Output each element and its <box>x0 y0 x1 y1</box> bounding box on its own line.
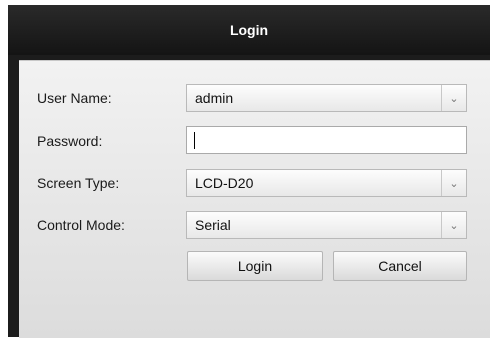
user-name-label: User Name: <box>37 90 112 106</box>
login-button[interactable]: Login <box>187 251 323 281</box>
chevron-down-icon[interactable]: ⌄ <box>441 85 466 111</box>
screen-type-value: LCD-D20 <box>195 175 254 191</box>
user-name-value: admin <box>195 90 234 106</box>
control-mode-label: Control Mode: <box>37 217 125 233</box>
chevron-down-icon[interactable]: ⌄ <box>441 170 466 196</box>
password-field[interactable] <box>186 126 467 154</box>
control-mode-select[interactable]: Serial ⌄ <box>186 211 467 239</box>
text-caret <box>194 132 195 149</box>
control-mode-value: Serial <box>195 217 231 233</box>
screen-type-select[interactable]: LCD-D20 ⌄ <box>186 169 467 197</box>
password-label: Password: <box>37 133 103 149</box>
dialog-title: Login <box>8 5 490 55</box>
cancel-button[interactable]: Cancel <box>333 251 467 281</box>
screen-type-label: Screen Type: <box>37 175 120 191</box>
user-name-select[interactable]: admin ⌄ <box>186 84 467 112</box>
chevron-down-icon[interactable]: ⌄ <box>441 212 466 238</box>
